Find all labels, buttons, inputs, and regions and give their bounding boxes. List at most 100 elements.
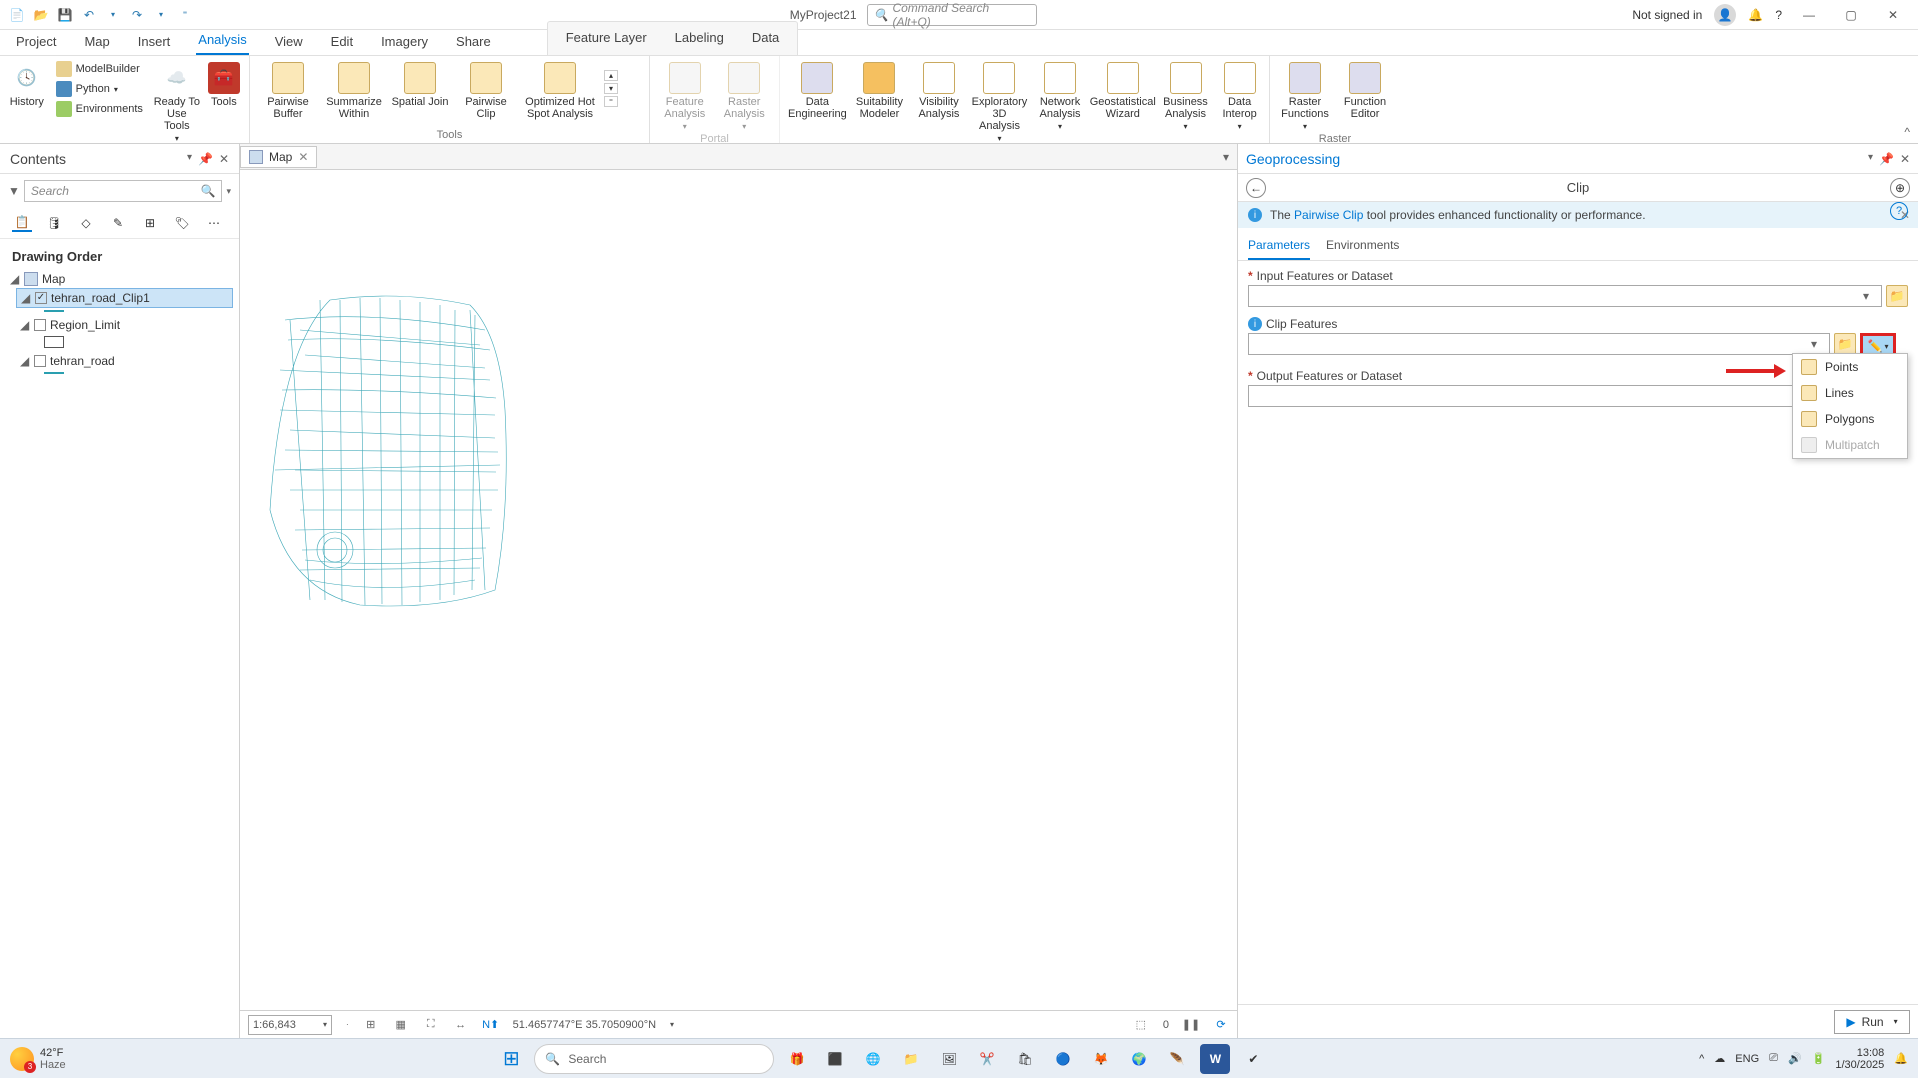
exploratory-3d-button[interactable]: Exploratory 3D Analysis▾	[972, 60, 1028, 143]
signin-status[interactable]: Not signed in	[1632, 8, 1702, 22]
suitability-modeler-button[interactable]: Suitability Modeler	[853, 60, 906, 120]
spatial-join-button[interactable]: Spatial Join	[390, 60, 450, 108]
save-icon[interactable]: 💾	[56, 6, 74, 24]
add-to-favorites-button[interactable]: ⊕	[1890, 178, 1910, 198]
environments-button[interactable]: Environments	[52, 100, 147, 118]
taskbar-app-5[interactable]: 🌍	[1124, 1044, 1154, 1074]
qat-customize-icon[interactable]: ⁼	[176, 6, 194, 24]
clip-features-field[interactable]: ▾	[1248, 333, 1830, 355]
sketch-lines-item[interactable]: Lines	[1793, 380, 1907, 406]
list-by-drawing-order-icon[interactable]: 📋	[12, 214, 32, 232]
browse-clip-button[interactable]: 📁	[1834, 333, 1856, 355]
tab-map[interactable]: Map	[82, 30, 111, 55]
collapse-icon[interactable]: ◢	[21, 291, 31, 305]
scale-menu-icon[interactable]: ·	[346, 1020, 349, 1029]
search-options-icon[interactable]: ▾	[226, 186, 231, 197]
undo-dropdown-icon[interactable]: ▾	[104, 6, 122, 24]
collapse-ribbon-icon[interactable]: ^	[1904, 125, 1910, 139]
data-engineering-button[interactable]: Data Engineering	[788, 60, 847, 120]
geostatistical-wizard-button[interactable]: Geostatistical Wizard	[1093, 60, 1153, 120]
tab-view[interactable]: View	[273, 30, 305, 55]
layer-checkbox[interactable]	[35, 292, 47, 304]
language-indicator[interactable]: ENG	[1735, 1053, 1759, 1065]
pause-icon[interactable]: ❚❚	[1183, 1017, 1199, 1033]
selection-icon[interactable]: ⬚	[1133, 1017, 1149, 1033]
contents-search[interactable]: Search 🔍	[24, 180, 223, 202]
modelbuilder-button[interactable]: ModelBuilder	[52, 60, 147, 78]
north-icon[interactable]: N⬆	[483, 1017, 499, 1033]
collapse-icon[interactable]: ◢	[10, 272, 20, 286]
command-search[interactable]: 🔍 Command Search (Alt+Q)	[867, 4, 1037, 26]
start-button[interactable]: ⊞	[496, 1044, 526, 1074]
back-button[interactable]: ←	[1246, 178, 1266, 198]
environments-tab[interactable]: Environments	[1326, 234, 1399, 260]
tray-volume-icon[interactable]: 🔊	[1788, 1052, 1802, 1065]
taskbar-taskview[interactable]: ⬛	[820, 1044, 850, 1074]
taskbar-app-2[interactable]: 🖼	[934, 1044, 964, 1074]
layer-tehran-road-clip1[interactable]: ◢ tehran_road_Clip1	[16, 288, 233, 308]
tab-share[interactable]: Share	[454, 30, 493, 55]
layer-tehran-road[interactable]: ◢ tehran_road	[16, 352, 233, 370]
grid-icon[interactable]: ⊞	[363, 1017, 379, 1033]
taskbar-store[interactable]: 🛍	[1010, 1044, 1040, 1074]
input-features-field[interactable]: ▾	[1248, 285, 1882, 307]
constraints-icon[interactable]: ↔	[453, 1017, 469, 1033]
taskbar-app-1[interactable]: 🎁	[782, 1044, 812, 1074]
taskbar-app-7[interactable]: ✔	[1238, 1044, 1268, 1074]
layer-region-limit[interactable]: ◢ Region_Limit	[16, 316, 233, 334]
sketch-polygons-item[interactable]: Polygons	[1793, 406, 1907, 432]
tool-help-icon[interactable]: ?	[1890, 202, 1908, 220]
filter-icon[interactable]: ▼	[8, 184, 20, 198]
tray-connect-icon[interactable]: ⎚	[1769, 1052, 1778, 1065]
gallery-expand-icon[interactable]: ⁼	[604, 96, 618, 107]
collapse-icon[interactable]: ◢	[20, 318, 30, 332]
snapping-icon[interactable]: ⛶	[423, 1017, 439, 1033]
minimize-button[interactable]: —	[1794, 0, 1824, 30]
layer-checkbox[interactable]	[34, 319, 46, 331]
taskbar-app-6[interactable]: 🪶	[1162, 1044, 1192, 1074]
taskbar-word[interactable]: W	[1200, 1044, 1230, 1074]
tab-edit[interactable]: Edit	[329, 30, 355, 55]
tray-battery-icon[interactable]: 🔋	[1812, 1052, 1826, 1065]
gallery-up-icon[interactable]: ▴	[604, 70, 618, 81]
grid2-icon[interactable]: ▦	[393, 1017, 409, 1033]
pin-icon[interactable]: 📌	[198, 152, 213, 166]
tab-labeling[interactable]: Labeling	[673, 26, 726, 51]
collapse-icon[interactable]: ◢	[20, 354, 30, 368]
list-by-snapping-icon[interactable]: ⊞	[140, 214, 160, 232]
notifications-icon[interactable]: 🔔	[1748, 8, 1763, 22]
pin-icon[interactable]: 📌	[1879, 152, 1894, 166]
network-analysis-button[interactable]: Network Analysis▾	[1033, 60, 1086, 131]
taskbar-app-4[interactable]: 🔵	[1048, 1044, 1078, 1074]
view-dropdown-icon[interactable]: ▾	[1215, 150, 1237, 164]
redo-dropdown-icon[interactable]: ▾	[152, 6, 170, 24]
pairwise-buffer-button[interactable]: Pairwise Buffer	[258, 60, 318, 120]
browse-input-button[interactable]: 📁	[1886, 285, 1908, 307]
list-by-editing-icon[interactable]: ✎	[108, 214, 128, 232]
help-icon[interactable]: ?	[1775, 8, 1782, 22]
chevron-down-icon[interactable]: ▾	[1868, 152, 1873, 166]
layer-checkbox[interactable]	[34, 355, 46, 367]
close-button[interactable]: ✕	[1878, 0, 1908, 30]
output-features-field[interactable]	[1248, 385, 1798, 407]
taskbar-app-3[interactable]: ✂️	[972, 1044, 1002, 1074]
taskbar-edge[interactable]: 🌐	[858, 1044, 888, 1074]
data-interop-button[interactable]: Data Interop▾	[1218, 60, 1261, 131]
history-button[interactable]: 🕓 History	[8, 60, 46, 108]
tab-project[interactable]: Project	[14, 30, 58, 55]
coords-dropdown-icon[interactable]: ▾	[670, 1020, 674, 1029]
raster-functions-button[interactable]: Raster Functions▾	[1278, 60, 1332, 131]
list-by-selection-icon[interactable]: ◇	[76, 214, 96, 232]
taskbar-explorer[interactable]: 📁	[896, 1044, 926, 1074]
more-icon[interactable]: ⋯	[204, 214, 224, 232]
tab-feature-layer[interactable]: Feature Layer	[564, 26, 649, 51]
python-button[interactable]: Python ▾	[52, 80, 147, 98]
new-project-icon[interactable]: 📄	[8, 6, 26, 24]
optimized-hotspot-button[interactable]: Optimized Hot Spot Analysis	[522, 60, 598, 120]
dropdown-icon[interactable]: ▾	[1863, 289, 1877, 303]
list-by-source-icon[interactable]: 🛢	[44, 214, 64, 232]
tools-button[interactable]: 🧰 Tools	[207, 60, 241, 108]
taskbar-firefox[interactable]: 🦊	[1086, 1044, 1116, 1074]
parameters-tab[interactable]: Parameters	[1248, 234, 1310, 260]
pairwise-clip-button[interactable]: Pairwise Clip	[456, 60, 516, 120]
